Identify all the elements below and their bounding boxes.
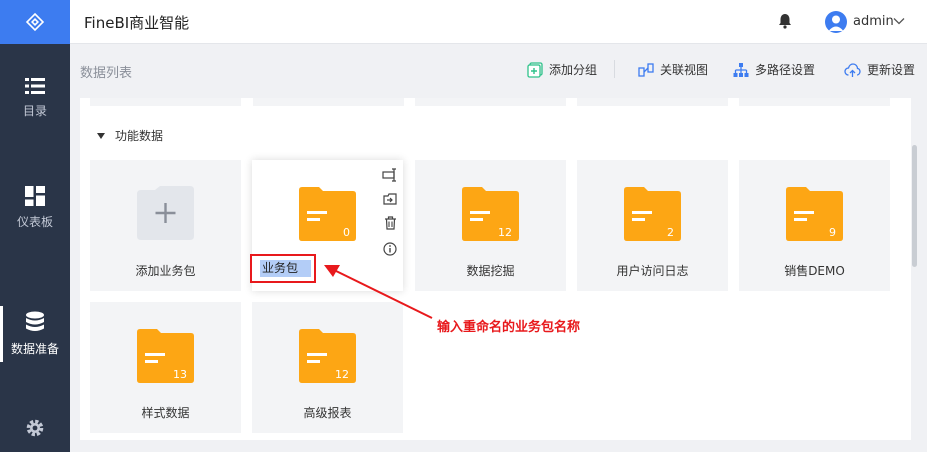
card-label: 高级报表 bbox=[303, 406, 352, 420]
sidebar: 目录 仪表板 数据准备 bbox=[0, 0, 70, 452]
caret-down-icon[interactable] bbox=[96, 132, 106, 140]
bell-icon[interactable] bbox=[778, 13, 792, 29]
folder-icon: 13 bbox=[137, 329, 194, 383]
folder-icon: 12 bbox=[299, 329, 356, 383]
card-stub bbox=[415, 98, 566, 106]
info-icon bbox=[383, 242, 397, 256]
trash-icon bbox=[384, 216, 396, 230]
package-card[interactable]: 13 样式数据 bbox=[90, 302, 241, 433]
chevron-down-icon[interactable] bbox=[893, 15, 905, 27]
vertical-scrollbar[interactable] bbox=[912, 145, 917, 267]
group-name: 功能数据 bbox=[115, 129, 164, 143]
group-header[interactable]: 功能数据 bbox=[96, 127, 163, 144]
add-group-button[interactable]: 添加分组 bbox=[527, 61, 597, 78]
cloud-upload-icon bbox=[844, 62, 861, 77]
add-package-card[interactable]: 添加业务包 bbox=[90, 160, 241, 291]
folder-icon: 0 bbox=[299, 187, 356, 241]
page-title: 数据列表 bbox=[80, 66, 133, 81]
rename-input[interactable] bbox=[260, 260, 311, 277]
data-list-panel: 功能数据 添加业务包 0 业务包 12 数据挖掘 2 用户访问日志 9 销售DE… bbox=[80, 98, 911, 440]
card-label: 样式数据 bbox=[141, 406, 190, 420]
rename-highlight bbox=[250, 254, 316, 283]
nav-label-dashboard: 仪表板 bbox=[16, 215, 53, 229]
avatar[interactable] bbox=[825, 11, 847, 33]
card-label: 数据挖掘 bbox=[466, 264, 515, 278]
username[interactable]: admin bbox=[853, 14, 894, 29]
toolbar-divider bbox=[614, 60, 615, 78]
package-card[interactable]: 12 高级报表 bbox=[252, 302, 403, 433]
move-button[interactable] bbox=[380, 190, 400, 208]
card-stub bbox=[739, 98, 890, 106]
relation-view-button[interactable]: 关联视图 bbox=[638, 61, 708, 78]
folder-count: 12 bbox=[335, 368, 349, 381]
annotation-text: 输入重命名的业务包名称 bbox=[437, 320, 581, 335]
add-group-icon bbox=[527, 61, 543, 78]
logo[interactable] bbox=[0, 0, 70, 44]
nav-label-directory: 目录 bbox=[22, 104, 47, 118]
app-title: FineBI商业智能 bbox=[84, 14, 190, 32]
nav-item-directory[interactable]: 目录 bbox=[0, 60, 70, 136]
card-label: 销售DEMO bbox=[784, 264, 845, 278]
nav-item-dashboard[interactable]: 仪表板 bbox=[0, 170, 70, 246]
add-folder-icon bbox=[137, 186, 194, 240]
finebi-logo-icon bbox=[25, 12, 45, 32]
multipath-settings-label: 多路径设置 bbox=[755, 63, 816, 77]
update-settings-button[interactable]: 更新设置 bbox=[844, 61, 915, 78]
nav-item-data-prep[interactable]: 数据准备 bbox=[0, 296, 70, 372]
user-icon bbox=[828, 15, 844, 31]
package-card[interactable]: 2 用户访问日志 bbox=[577, 160, 728, 291]
delete-button[interactable] bbox=[380, 214, 400, 232]
update-settings-label: 更新设置 bbox=[867, 63, 916, 77]
database-icon bbox=[26, 311, 44, 331]
card-stub bbox=[577, 98, 728, 106]
relation-view-icon bbox=[638, 62, 654, 77]
multipath-settings-button[interactable]: 多路径设置 bbox=[733, 61, 815, 78]
rename-button[interactable] bbox=[380, 166, 400, 184]
card-label: 添加业务包 bbox=[135, 264, 196, 278]
gear-icon bbox=[26, 419, 44, 437]
dashboard-icon bbox=[25, 186, 45, 206]
folder-count: 9 bbox=[829, 226, 836, 239]
folder-icon: 12 bbox=[462, 187, 519, 241]
nav-label-data-prep: 数据准备 bbox=[10, 342, 59, 356]
rename-icon bbox=[382, 168, 396, 182]
folder-count: 12 bbox=[498, 226, 512, 239]
folder-count: 2 bbox=[667, 226, 674, 239]
folder-icon: 2 bbox=[624, 187, 681, 241]
package-card[interactable]: 9 销售DEMO bbox=[739, 160, 890, 291]
folder-count: 0 bbox=[343, 226, 350, 239]
settings-button[interactable] bbox=[0, 410, 70, 446]
relation-view-label: 关联视图 bbox=[660, 63, 709, 77]
package-card-renaming[interactable]: 0 bbox=[250, 160, 403, 291]
card-stub bbox=[90, 98, 241, 106]
card-stub bbox=[253, 98, 404, 106]
card-label: 用户访问日志 bbox=[616, 264, 689, 278]
folder-icon: 9 bbox=[786, 187, 843, 241]
add-group-label: 添加分组 bbox=[549, 63, 598, 77]
header: FineBI商业智能 admin bbox=[70, 0, 927, 44]
move-icon bbox=[383, 193, 397, 205]
info-button[interactable] bbox=[380, 240, 400, 258]
folder-count: 13 bbox=[173, 368, 187, 381]
list-icon bbox=[25, 78, 45, 94]
hierarchy-icon bbox=[733, 62, 749, 77]
package-card[interactable]: 12 数据挖掘 bbox=[415, 160, 566, 291]
